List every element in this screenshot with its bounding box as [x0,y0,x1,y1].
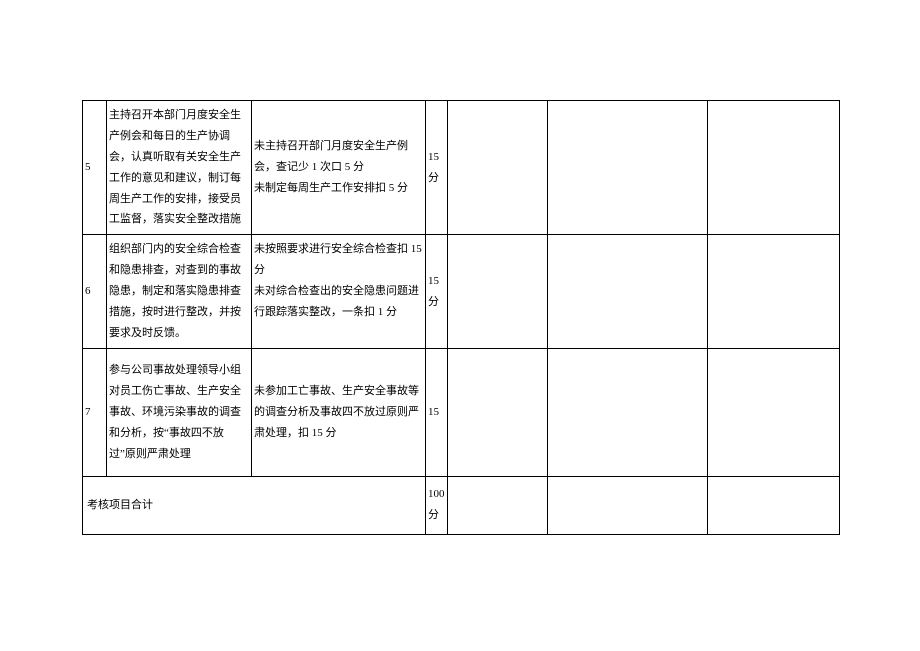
row-score: 15分 [426,101,448,235]
document-page: 5 主持召开本部门月度安全生产例会和每日的生产协调会，认真听取有关安全生产工作的… [0,0,920,651]
total-score: 100 分 [426,476,448,534]
row-criteria: 未参加工亡事故、生产安全事故等的调查分析及事故四不放过原则严肃处理，扣 15 分 [252,348,426,476]
empty-cell [548,476,708,534]
empty-cell [708,348,840,476]
row-number: 5 [83,101,107,235]
empty-cell [448,348,548,476]
empty-cell [448,235,548,348]
row-content: 主持召开本部门月度安全生产例会和每日的生产协调会，认真听取有关安全生产工作的意见… [107,101,252,235]
empty-cell [448,101,548,235]
row-number: 6 [83,235,107,348]
empty-cell [708,235,840,348]
row-score: 15 [426,348,448,476]
total-label: 考核项目合计 [83,476,426,534]
table-total-row: 考核项目合计 100 分 [83,476,840,534]
row-content: 参与公司事故处理领导小组对员工伤亡事故、生产安全事故、环境污染事故的调查和分析，… [107,348,252,476]
row-criteria: 未按照要求进行安全综合检查扣 15 分 未对综合检查出的安全隐患问题进行跟踪落实… [252,235,426,348]
empty-cell [548,235,708,348]
row-content: 组织部门内的安全综合检查和隐患排查，对查到的事故隐患，制定和落实隐患排查措施，按… [107,235,252,348]
empty-cell [548,348,708,476]
empty-cell [448,476,548,534]
empty-cell [708,101,840,235]
assessment-table: 5 主持召开本部门月度安全生产例会和每日的生产协调会，认真听取有关安全生产工作的… [82,100,840,535]
table-row: 5 主持召开本部门月度安全生产例会和每日的生产协调会，认真听取有关安全生产工作的… [83,101,840,235]
table-row: 7 参与公司事故处理领导小组对员工伤亡事故、生产安全事故、环境污染事故的调查和分… [83,348,840,476]
empty-cell [548,101,708,235]
row-criteria: 未主持召开部门月度安全生产例会，查记少 1 次口 5 分 未制定每周生产工作安排… [252,101,426,235]
empty-cell [708,476,840,534]
row-number: 7 [83,348,107,476]
row-score: 15分 [426,235,448,348]
table-row: 6 组织部门内的安全综合检查和隐患排查，对查到的事故隐患，制定和落实隐患排查措施… [83,235,840,348]
